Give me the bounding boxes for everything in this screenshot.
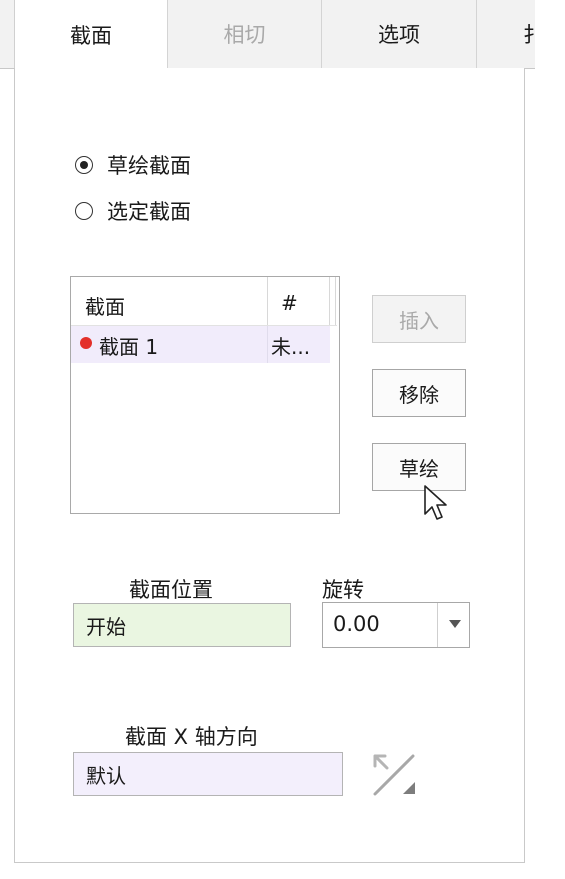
combo-divider: [437, 603, 438, 647]
x-axis-direction-field[interactable]: 默认: [73, 752, 343, 796]
radio-sketched-section[interactable]: 草绘截面: [75, 150, 191, 180]
column-divider: [335, 277, 336, 325]
radio-checked-icon: [75, 156, 93, 174]
flip-direction-icon[interactable]: [369, 748, 421, 800]
sketch-button[interactable]: 草绘: [372, 443, 466, 491]
rotation-value[interactable]: 0.00: [333, 612, 380, 636]
section-list-header: 截面 #: [71, 277, 337, 326]
list-item-count: 未...: [271, 335, 311, 359]
radio-sketched-section-label: 草绘截面: [107, 154, 191, 178]
list-item-name: 截面 1: [99, 335, 159, 359]
tab-bar-edge: [0, 0, 15, 68]
section-list[interactable]: 截面 # 截面 1 未...: [70, 276, 340, 514]
tab-tangency[interactable]: 相切: [168, 0, 322, 68]
remove-button[interactable]: 移除: [372, 369, 466, 417]
mouse-pointer-icon: [424, 485, 447, 520]
column-header-section[interactable]: 截面: [85, 291, 125, 320]
tab-options[interactable]: 选项: [322, 0, 477, 68]
chevron-down-icon[interactable]: [449, 620, 461, 628]
section-position-label: 截面位置: [129, 578, 213, 602]
rotation-combobox[interactable]: 0.00: [322, 602, 470, 648]
radio-selected-section[interactable]: 选定截面: [75, 196, 191, 226]
x-axis-direction-label: 截面 X 轴方向: [125, 725, 258, 749]
tab-bar: 截面 相切 选项 扌: [0, 0, 544, 69]
tab-section[interactable]: 截面: [15, 0, 168, 69]
column-header-number[interactable]: #: [281, 291, 298, 315]
list-item[interactable]: 截面 1 未...: [71, 326, 330, 363]
status-dot-icon: [80, 337, 92, 349]
radio-unchecked-icon: [75, 202, 93, 220]
rotation-label: 旋转: [322, 578, 364, 602]
radio-selected-section-label: 选定截面: [107, 200, 191, 224]
column-divider[interactable]: [329, 277, 330, 325]
insert-button[interactable]: 插入: [372, 295, 466, 343]
section-position-field[interactable]: 开始: [73, 603, 291, 647]
tab-truncated[interactable]: 扌: [477, 0, 565, 68]
column-divider[interactable]: [267, 277, 268, 325]
column-divider: [267, 326, 268, 363]
